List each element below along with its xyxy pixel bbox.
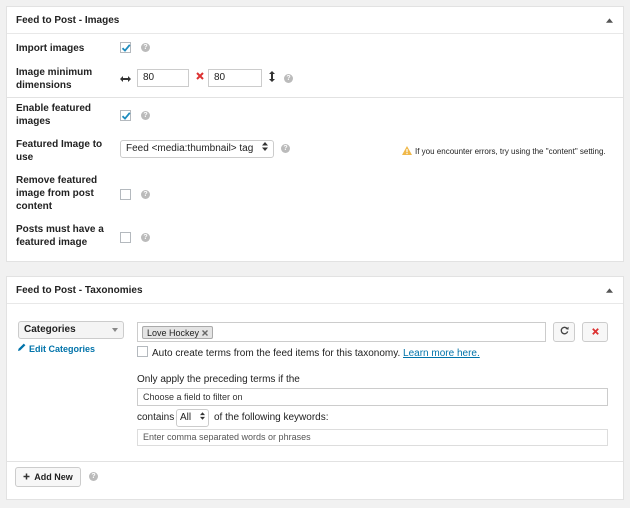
images-panel: Feed to Post - Images Import images ? Im…	[6, 6, 624, 262]
remove-featured-checkbox[interactable]	[120, 189, 131, 200]
edit-categories-link[interactable]: Edit Categories	[18, 343, 95, 354]
add-new-button[interactable]: Add New	[15, 467, 81, 487]
select-arrows-icon	[262, 141, 268, 157]
term-tag: Love Hockey	[142, 326, 214, 339]
enable-featured-checkbox[interactable]	[120, 110, 131, 121]
width-arrows-icon	[120, 74, 131, 85]
min-width-input[interactable]: 80	[137, 69, 189, 87]
featured-to-use-label: Featured Image to use	[16, 139, 103, 163]
auto-create-label: Auto create terms from the feed items fo…	[152, 348, 401, 359]
keywords-input[interactable]: Enter comma separated words or phrases	[137, 429, 608, 446]
section-divider	[7, 461, 623, 462]
help-icon[interactable]: ?	[141, 190, 150, 199]
help-icon[interactable]: ?	[141, 111, 150, 120]
featured-source-select[interactable]: Feed <media:thumbnail> tag	[120, 140, 274, 158]
following-keywords-text: of the following keywords:	[214, 412, 329, 423]
filter-field-input[interactable]: Choose a field to filter on	[137, 388, 608, 406]
help-icon[interactable]: ?	[89, 472, 98, 481]
auto-create-checkbox[interactable]	[137, 346, 148, 357]
enable-featured-label: Enable featured images	[16, 103, 92, 127]
delete-taxonomy-button[interactable]	[582, 322, 608, 342]
must-have-featured-label: Posts must have a featured image	[16, 224, 104, 248]
chevron-down-icon	[112, 322, 118, 338]
taxonomy-select[interactable]: Categories	[18, 321, 124, 339]
select-arrows-icon	[200, 410, 205, 426]
times-icon	[196, 72, 204, 83]
pencil-icon	[18, 343, 26, 354]
warning-icon	[402, 146, 412, 158]
images-panel-header[interactable]: Feed to Post - Images	[7, 7, 623, 34]
height-arrows-icon	[269, 71, 275, 85]
learn-more-link[interactable]: Learn more here.	[403, 348, 480, 359]
help-icon[interactable]: ?	[141, 233, 150, 242]
close-icon	[591, 327, 599, 338]
auto-create-text: Auto create terms from the feed items fo…	[152, 348, 480, 360]
filter-intro-text: Only apply the preceding terms if the	[137, 374, 300, 385]
terms-field[interactable]: Love Hockey	[137, 322, 546, 342]
remove-tag-icon[interactable]	[202, 328, 209, 338]
import-images-checkbox[interactable]	[120, 42, 131, 53]
taxonomies-panel-title: Feed to Post - Taxonomies	[16, 284, 143, 296]
help-icon[interactable]: ?	[284, 74, 293, 83]
min-height-input[interactable]: 80	[208, 69, 262, 87]
featured-source-value: Feed <media:thumbnail> tag	[126, 143, 254, 154]
must-have-featured-checkbox[interactable]	[120, 232, 131, 243]
help-icon[interactable]: ?	[141, 43, 150, 52]
plus-icon	[23, 472, 30, 482]
contains-select-value: All	[180, 412, 192, 423]
section-divider	[7, 97, 623, 98]
add-new-label: Add New	[34, 472, 73, 482]
min-dimensions-label: Image minimum dimensions	[16, 67, 93, 91]
remove-featured-label: Remove featured image from post content	[16, 175, 98, 212]
images-panel-title: Feed to Post - Images	[16, 14, 120, 26]
taxonomies-panel-header[interactable]: Feed to Post - Taxonomies	[7, 277, 623, 304]
taxonomy-select-value: Categories	[24, 324, 76, 335]
import-images-label: Import images	[16, 43, 85, 54]
contains-select[interactable]: All	[176, 409, 209, 427]
term-tag-label: Love Hockey	[147, 327, 200, 338]
refresh-button[interactable]	[553, 322, 575, 342]
collapse-up-icon[interactable]	[604, 15, 614, 25]
collapse-up-icon[interactable]	[604, 285, 614, 295]
edit-categories-label: Edit Categories	[29, 343, 96, 354]
contains-label: contains	[137, 412, 175, 423]
taxonomies-panel: Feed to Post - Taxonomies Categories Edi…	[6, 276, 624, 500]
help-icon[interactable]: ?	[281, 144, 290, 153]
featured-warning-text: If you encounter errors, try using the "…	[415, 147, 606, 156]
refresh-icon	[560, 326, 569, 338]
